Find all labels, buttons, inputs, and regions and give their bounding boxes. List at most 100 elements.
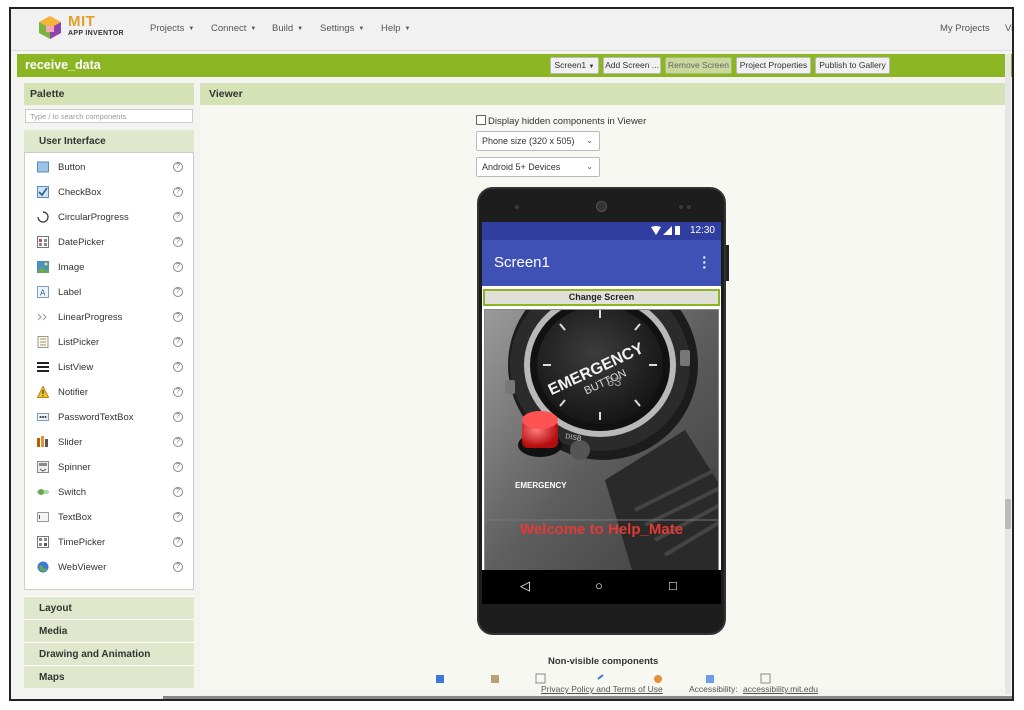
help-icon[interactable]: ? <box>173 187 183 197</box>
notifier-icon <box>37 386 49 398</box>
help-icon[interactable]: ? <box>173 287 183 297</box>
palette-item-passwordtextbox[interactable]: PasswordTextBox ? <box>25 405 193 430</box>
menu-connect[interactable]: Connect ▼ <box>211 23 256 34</box>
webviewer-icon <box>37 561 49 573</box>
emergency-watch-image[interactable]: EMERGENCY BUTTON 33 DISB EMERGENCY <box>484 309 719 579</box>
category-drawing-animation[interactable]: Drawing and Animation <box>24 642 194 665</box>
help-icon[interactable]: ? <box>173 562 183 572</box>
help-icon[interactable]: ? <box>173 412 183 422</box>
help-icon[interactable]: ? <box>173 312 183 322</box>
vertical-scrollbar-track[interactable] <box>1005 54 1011 694</box>
mit-app-inventor-logo[interactable]: MIT APP INVENTOR <box>35 13 135 43</box>
palette-item-spinner[interactable]: Spinner ? <box>25 455 193 480</box>
help-icon[interactable]: ? <box>173 387 183 397</box>
timepicker-icon <box>37 536 49 548</box>
publish-gallery-button[interactable]: Publish to Gallery <box>815 57 890 74</box>
screen-select-dropdown[interactable]: Screen1 ▼ <box>550 57 599 74</box>
svg-text:A: A <box>40 289 46 298</box>
my-projects-link[interactable]: My Projects <box>940 23 990 34</box>
help-icon[interactable]: ? <box>173 487 183 497</box>
vertical-scrollbar-thumb[interactable] <box>1005 499 1011 529</box>
button-icon <box>37 161 49 173</box>
palette-item-circularprogress[interactable]: CircularProgress ? <box>25 205 193 230</box>
screen-title: Screen1 <box>494 254 550 271</box>
item-label: Image <box>58 262 85 273</box>
palette-item-webviewer[interactable]: WebViewer ? <box>25 555 193 580</box>
project-toolbar: receive_data Screen1 ▼ Add Screen ... Re… <box>17 54 1012 77</box>
palette-item-listpicker[interactable]: ListPicker ? <box>25 330 193 355</box>
caret-down-icon: ▼ <box>358 26 365 32</box>
menu-build[interactable]: Build ▼ <box>272 23 303 34</box>
hidden-components-checkbox[interactable] <box>476 115 486 125</box>
item-label: TimePicker <box>58 537 106 548</box>
top-nav: MIT APP INVENTOR Projects ▼ Connect ▼ Buil… <box>11 9 1012 51</box>
accessibility-link[interactable]: accessibility.mit.edu <box>743 684 818 694</box>
palette-item-button[interactable]: Button ? <box>25 155 193 180</box>
device-theme-select[interactable]: Android 5+ Devices ⌄ <box>476 157 600 177</box>
palette-item-timepicker[interactable]: TimePicker ? <box>25 530 193 555</box>
non-visible-components-title: Non-visible components <box>548 656 659 667</box>
privacy-policy-link[interactable]: Privacy Policy and Terms of Use <box>541 684 663 694</box>
palette-item-textbox[interactable]: TextBox ? <box>25 505 193 530</box>
menu-help[interactable]: Help ▼ <box>381 23 411 34</box>
help-icon[interactable]: ? <box>173 537 183 547</box>
category-layout[interactable]: Layout <box>24 596 194 619</box>
help-icon[interactable]: ? <box>173 162 183 172</box>
password-textbox-icon <box>37 413 49 421</box>
category-user-interface[interactable]: User Interface <box>24 130 194 152</box>
palette-item-image[interactable]: Image ? <box>25 255 193 280</box>
caret-down-icon: ▼ <box>404 26 411 32</box>
device-theme-value: Android 5+ Devices <box>482 162 561 172</box>
item-label: Notifier <box>58 387 89 398</box>
palette-item-checkbox[interactable]: CheckBox ? <box>25 180 193 205</box>
horizontal-scrollbar[interactable] <box>163 696 1012 699</box>
help-icon[interactable]: ? <box>173 262 183 272</box>
palette-title: Palette <box>24 83 194 105</box>
item-label: Switch <box>58 487 86 498</box>
palette-item-slider[interactable]: Slider ? <box>25 430 193 455</box>
palette-item-listview[interactable]: ListView ? <box>25 355 193 380</box>
switch-icon <box>37 489 49 495</box>
palette-item-linearprogress[interactable]: LinearProgress ? <box>25 305 193 330</box>
caret-down-icon: ▼ <box>588 64 595 70</box>
recents-icon[interactable]: □ <box>669 578 677 593</box>
remove-screen-button[interactable]: Remove Screen <box>665 57 732 74</box>
help-icon[interactable]: ? <box>173 462 183 472</box>
component-list: Button ? CheckBox ? CircularProgress ? D… <box>24 152 194 590</box>
item-label: Spinner <box>58 462 91 473</box>
overflow-menu-icon[interactable]: · · · <box>702 250 707 274</box>
component-search-input[interactable]: Type / to search components <box>25 109 193 123</box>
palette-item-notifier[interactable]: Notifier ? <box>25 380 193 405</box>
home-icon[interactable]: ○ <box>595 578 603 593</box>
project-properties-button[interactable]: Project Properties <box>736 57 811 74</box>
phone-side-button <box>726 245 729 281</box>
item-label: CheckBox <box>58 187 102 198</box>
item-label: Slider <box>58 437 83 448</box>
display-hidden-toggle[interactable]: Display hidden components in Viewer <box>476 115 646 127</box>
back-icon[interactable]: ◁ <box>520 578 530 594</box>
add-screen-button[interactable]: Add Screen ... <box>603 57 661 74</box>
viewer-body: Display hidden components in Viewer Phon… <box>200 105 1006 689</box>
item-label: Button <box>58 162 86 173</box>
help-icon[interactable]: ? <box>173 337 183 347</box>
help-icon[interactable]: ? <box>173 362 183 372</box>
menu-projects[interactable]: Projects ▼ <box>150 23 194 34</box>
palette-item-label[interactable]: A Label ? <box>25 280 193 305</box>
item-label: WebViewer <box>58 562 107 573</box>
hidden-components-label: Display hidden components in Viewer <box>488 116 647 127</box>
menu-label: Build <box>272 23 294 34</box>
help-icon[interactable]: ? <box>173 437 183 447</box>
menu-settings[interactable]: Settings ▼ <box>320 23 364 34</box>
help-icon[interactable]: ? <box>173 512 183 522</box>
palette-item-datepicker[interactable]: DatePicker ? <box>25 230 193 255</box>
phone-camera <box>596 201 607 212</box>
palette-item-switch[interactable]: Switch ? <box>25 480 193 505</box>
category-media[interactable]: Media <box>24 619 194 642</box>
chevron-down-icon: ⌄ <box>586 136 593 145</box>
help-icon[interactable]: ? <box>173 237 183 247</box>
help-icon[interactable]: ? <box>173 212 183 222</box>
change-screen-button[interactable]: Change Screen <box>483 289 720 306</box>
phone-size-select[interactable]: Phone size (320 x 505) ⌄ <box>476 131 600 151</box>
view-trash-link[interactable]: Vi <box>1005 23 1012 34</box>
palette-panel: Palette Type / to search components User… <box>24 83 194 689</box>
